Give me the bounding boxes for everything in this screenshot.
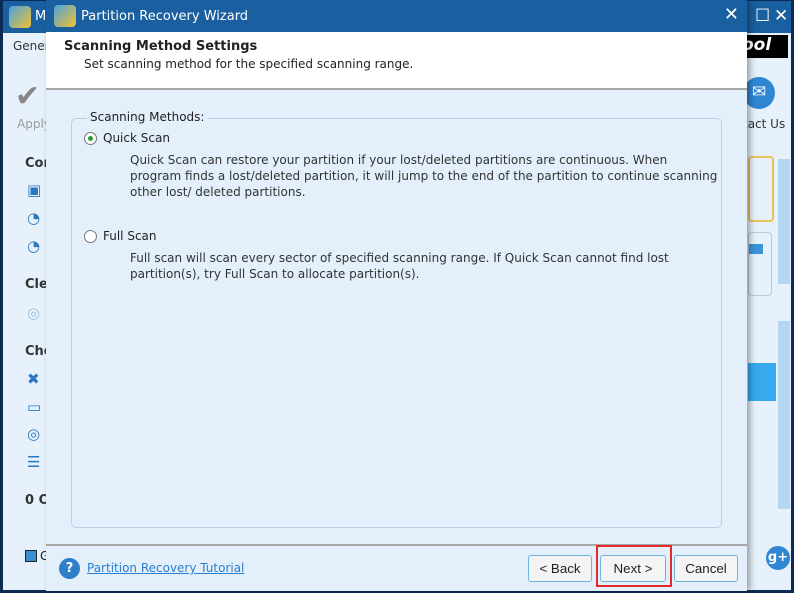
list-icon[interactable]: ☰ xyxy=(27,453,45,471)
disk-panel-selected[interactable] xyxy=(748,156,774,222)
app-logo-icon xyxy=(9,6,31,28)
wipe-icon[interactable]: ◎ xyxy=(27,304,45,322)
scrollbar-top[interactable] xyxy=(778,159,790,284)
close-app-icon[interactable]: ✕ xyxy=(774,6,788,26)
header-title: Scanning Method Settings xyxy=(64,39,258,54)
header-subtitle: Set scanning method for the specified sc… xyxy=(84,57,414,71)
google-plus-icon[interactable]: g+ xyxy=(766,546,790,570)
apply-check-icon[interactable]: ✔ xyxy=(15,79,40,114)
selected-row[interactable] xyxy=(748,363,776,401)
back-button[interactable]: < Back xyxy=(528,555,592,582)
quick-scan-radio[interactable] xyxy=(84,132,97,145)
quick-scan-label[interactable]: Quick Scan xyxy=(103,131,170,145)
partition-recovery-dialog: Partition Recovery Wizard ✕ Scanning Met… xyxy=(46,0,747,591)
menu-general[interactable]: Gener xyxy=(13,39,50,53)
close-dialog-icon[interactable]: ✕ xyxy=(724,4,739,25)
scrollbar-bottom[interactable] xyxy=(778,321,790,509)
full-scan-label[interactable]: Full Scan xyxy=(103,229,157,243)
surface-test-icon[interactable]: ◎ xyxy=(27,425,45,443)
brand-logo: ool xyxy=(740,35,788,58)
help-icon[interactable]: ? xyxy=(59,558,80,579)
disk-panel[interactable] xyxy=(748,232,772,296)
full-scan-radio[interactable] xyxy=(84,230,97,243)
dialog-title: Partition Recovery Wizard xyxy=(81,9,249,24)
group-label: Scanning Methods: xyxy=(87,110,208,124)
properties-icon[interactable]: ▭ xyxy=(27,398,45,416)
recover-icon-2[interactable]: ◔ xyxy=(27,237,45,255)
dialog-header: Scanning Method Settings Set scanning me… xyxy=(46,32,747,90)
contact-us-button[interactable]: tact Us xyxy=(743,117,785,131)
recover-icon[interactable]: ◔ xyxy=(27,209,45,227)
full-scan-description: Full scan will scan every sector of spec… xyxy=(130,251,669,281)
legend-swatch xyxy=(25,550,37,562)
disk-icon[interactable]: ▣ xyxy=(27,181,45,199)
tutorial-link[interactable]: Partition Recovery Tutorial xyxy=(87,561,244,575)
dialog-title-bar: Partition Recovery Wizard ✕ xyxy=(46,0,747,32)
scanning-methods-group: Scanning Methods: Quick Scan Quick Scan … xyxy=(71,110,722,528)
cancel-button[interactable]: Cancel xyxy=(674,555,738,582)
wizard-icon xyxy=(54,5,76,27)
maximize-icon[interactable]: ☐ xyxy=(755,6,770,26)
quick-scan-description: Quick Scan can restore your partition if… xyxy=(130,153,718,199)
mail-icon[interactable]: ✉ xyxy=(743,77,775,109)
tools-icon[interactable]: ✖ xyxy=(27,370,45,388)
next-button[interactable]: Next > xyxy=(600,555,666,582)
